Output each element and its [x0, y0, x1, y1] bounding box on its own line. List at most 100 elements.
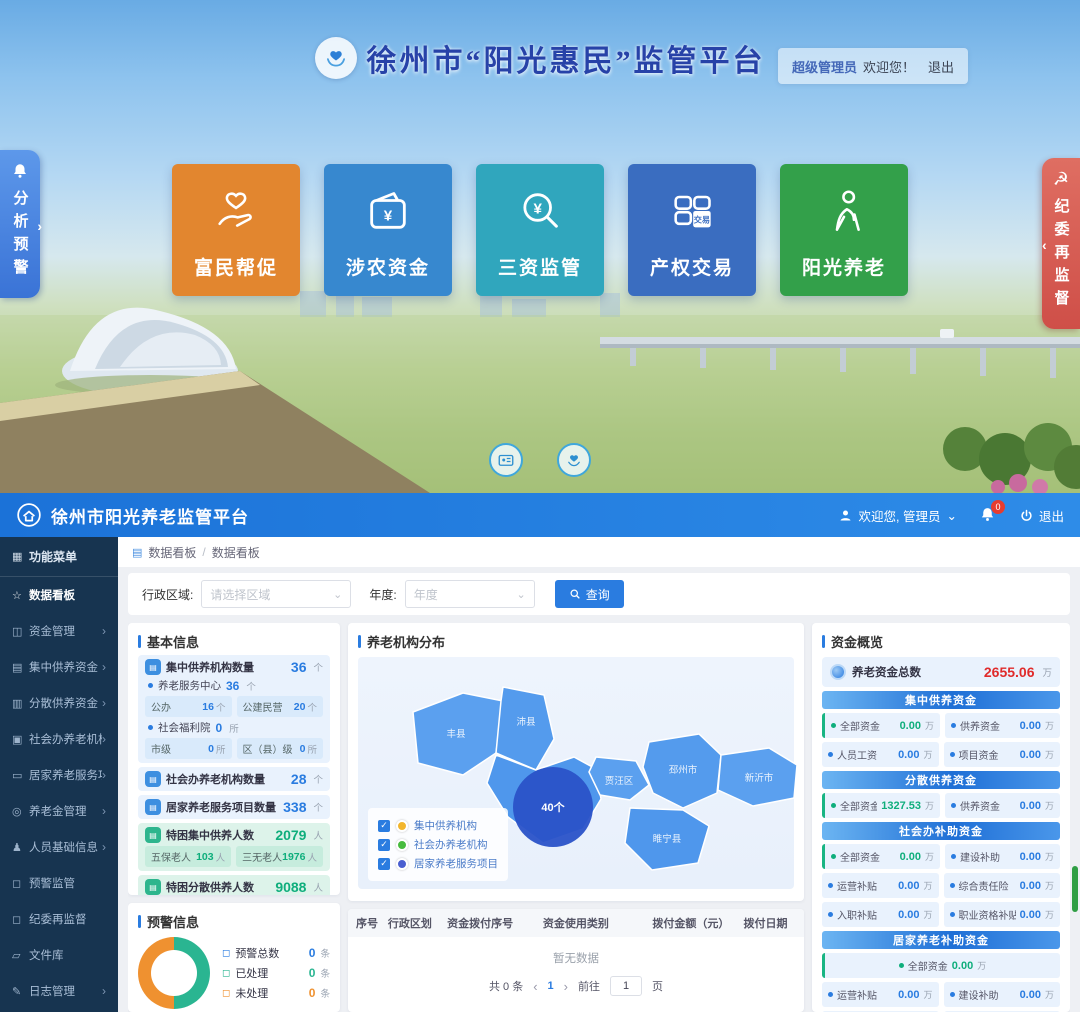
fund-cell: 供养资金0.00万 — [945, 793, 1060, 818]
chevron-right-icon: › — [102, 984, 106, 998]
bell-icon: ◻ — [222, 948, 230, 959]
social-institutions-card: ▤ 社会办养老机构数量 28 个 — [138, 767, 330, 791]
checkbox-central-institutions[interactable]: ✓ — [378, 820, 390, 832]
region-label: 睢宁县 — [653, 833, 682, 845]
elderly-person-icon — [816, 183, 872, 239]
folder-icon: ▱ — [12, 949, 29, 962]
region-label: 新沂市 — [745, 772, 774, 784]
id-card-button[interactable] — [489, 443, 523, 477]
search-button[interactable]: 查询 — [555, 580, 624, 608]
wallet-yuan-icon: ¥ — [360, 183, 416, 239]
discipline-supervision-tab[interactable]: ☭ 纪委再监督 ‹ — [1042, 158, 1080, 329]
sidebar-item-file-library[interactable]: ▱ 文件库 — [0, 937, 118, 973]
warning-info-panel: 预警信息 ◻ 预警总数 0 条 ◻ 已处理 — [128, 903, 340, 1012]
funds-panel-title: 资金概览 — [831, 632, 883, 651]
year-filter-label: 年度: — [369, 586, 396, 603]
sidebar-item-home-care-projects[interactable]: ▭ 居家养老服务项目 › — [0, 757, 118, 793]
magnifier-yuan-icon: ¥ — [512, 183, 568, 239]
fund-cell: 建设补助0.00万 — [945, 844, 1060, 869]
menu-grid-icon: ▦ — [12, 550, 29, 563]
fund-cell: 运营补贴0.00万 — [822, 873, 939, 898]
chevron-right-icon: › — [102, 696, 106, 710]
page-unit-label: 页 — [652, 978, 663, 994]
cluster-count-label: 40个 — [541, 800, 565, 814]
central-support-population-card: ▤ 特困集中供养人数 2079 人 五保老人103人 三无老人1976人 — [138, 823, 330, 871]
chevron-right-icon: › — [102, 840, 106, 854]
fund-cell: 职业资格补贴0.00万 — [944, 902, 1061, 927]
region-filter-label: 行政区域: — [142, 586, 193, 603]
stat-subcell: 区（县）级0所 — [237, 738, 324, 759]
sidebar-item-pension-management[interactable]: ◎ 养老金管理 › — [0, 793, 118, 829]
sidebar-item-warning-supervision[interactable]: ◻ 预警监管 — [0, 865, 118, 901]
warning-unhandled-row: ◻ 未处理 0 条 — [222, 985, 330, 1001]
tile-sanzi-jianguan[interactable]: ¥ 三资监管 — [476, 164, 604, 296]
analysis-warning-tab[interactable]: 分析预警 › — [0, 150, 40, 298]
total-count-label: 共 0 条 — [489, 978, 523, 994]
tile-shenong-zijin[interactable]: ¥ 涉农资金 — [324, 164, 452, 296]
map-legend: ✓ 集中供养机构 ✓ 社会办养老机构 ✓ — [368, 808, 508, 881]
folder-icon: ▥ — [12, 697, 29, 710]
xuzhou-district-map: 丰县 沛县 贾汪区 邳州市 新沂市 睢宁县 40个 — [358, 657, 794, 889]
total-pension-funds-row: 养老资金总数 2655.06 万 — [822, 657, 1060, 687]
sidebar: ▦ 功能菜单 ☆ 数据看板 ◫ 资金管理 › ▤ 集中供养资金 › ▥ 分散供养… — [0, 537, 118, 1012]
year-select[interactable]: 年度 ⌄ — [405, 580, 535, 608]
notification-bell-button[interactable]: 0 — [979, 506, 997, 524]
scrollbar-thumb[interactable] — [1072, 866, 1078, 912]
sidebar-item-dashboard[interactable]: ☆ 数据看板 — [0, 577, 118, 613]
monitor-icon: ▭ — [12, 769, 29, 782]
search-icon — [569, 588, 581, 600]
yellow-pin-icon — [396, 820, 408, 832]
platform-logo-icon — [315, 37, 357, 79]
monitor-icon: ◻ — [12, 877, 29, 890]
bell-icon: ◻ — [222, 968, 230, 979]
coin-icon: ◎ — [12, 805, 29, 818]
sidebar-item-log-management[interactable]: ✎ 日志管理 › — [0, 973, 118, 1009]
tile-yangguang-yanglao[interactable]: 阳光养老 — [780, 164, 908, 296]
fund-cell: 全部资金0.00万 — [822, 713, 940, 738]
tile-fumin-bangcu[interactable]: 富民帮促 — [172, 164, 300, 296]
stat-subcell: 市级0所 — [145, 738, 232, 759]
sidebar-item-personnel-info[interactable]: ♟ 人员基础信息 › — [0, 829, 118, 865]
dashboard-title: 徐州市阳光养老监管平台 — [51, 503, 249, 528]
checkbox-home-care-projects[interactable]: ✓ — [378, 858, 390, 870]
goto-page-input[interactable] — [610, 976, 642, 996]
hero-logout-button[interactable]: 退出 — [928, 57, 954, 76]
fund-cell: 全部资金1327.53万 — [822, 793, 940, 818]
sidebar-item-scattered-support-funds[interactable]: ▥ 分散供养资金 › — [0, 685, 118, 721]
chevron-right-icon: › — [37, 218, 42, 234]
fund-cell: 综合责任险0.00万 — [944, 873, 1061, 898]
notification-badge: 0 — [991, 500, 1005, 514]
sidebar-item-central-support-funds[interactable]: ▤ 集中供养资金 › — [0, 649, 118, 685]
prev-page-button[interactable]: ‹ — [533, 979, 537, 994]
sidebar-item-funds-management[interactable]: ◫ 资金管理 › — [0, 613, 118, 649]
checkbox-social-institutions[interactable]: ✓ — [378, 839, 390, 851]
hero-welcome-text: 欢迎您！ — [863, 57, 915, 76]
sidebar-item-discipline-supervision[interactable]: ◻ 纪委再监督 — [0, 901, 118, 937]
next-page-button[interactable]: › — [564, 979, 568, 994]
basic-info-title: 基本信息 — [147, 632, 199, 651]
section-home-care-subsidy-funds: 居家养老补助资金 — [822, 931, 1060, 949]
region-select[interactable]: 请选择区域 ⌄ — [201, 580, 351, 608]
warning-total-row: ◻ 预警总数 0 条 — [222, 945, 330, 961]
analysis-warning-label: 分析预警 — [10, 190, 31, 282]
trade-blocks-icon: 交易 — [664, 183, 720, 239]
globe-icon — [830, 664, 846, 680]
current-page-button[interactable]: 1 — [548, 980, 554, 992]
logout-label: 退出 — [1039, 506, 1064, 525]
doc-badge-icon: ▤ — [145, 659, 161, 675]
hero-tile-row: 富民帮促 ¥ 涉农资金 ¥ 三资监管 交易 产权交易 阳光养老 — [172, 164, 908, 296]
logout-button[interactable]: 退出 — [1019, 506, 1064, 525]
document-icon: ▤ — [132, 546, 142, 559]
doc-badge-icon: ▤ — [145, 879, 161, 895]
stat-subcell: 公建民营20个 — [237, 696, 324, 717]
power-icon — [1019, 508, 1034, 523]
tile-chanquan-jiaoyi[interactable]: 交易 产权交易 — [628, 164, 756, 296]
warning-donut-chart — [138, 937, 210, 1009]
care-heart-button[interactable] — [557, 443, 591, 477]
fund-cell: 运营补贴0.00万 — [822, 982, 939, 1007]
user-menu[interactable]: 欢迎您, 管理员 ⌄ — [838, 506, 957, 525]
sidebar-item-social-elder-institutions[interactable]: ▣ 社会办养老机构 › — [0, 721, 118, 757]
breadcrumb-root[interactable]: 数据看板 — [148, 544, 196, 561]
building-icon: ▣ — [12, 733, 29, 746]
fund-cell: 供养资金0.00万 — [945, 713, 1060, 738]
